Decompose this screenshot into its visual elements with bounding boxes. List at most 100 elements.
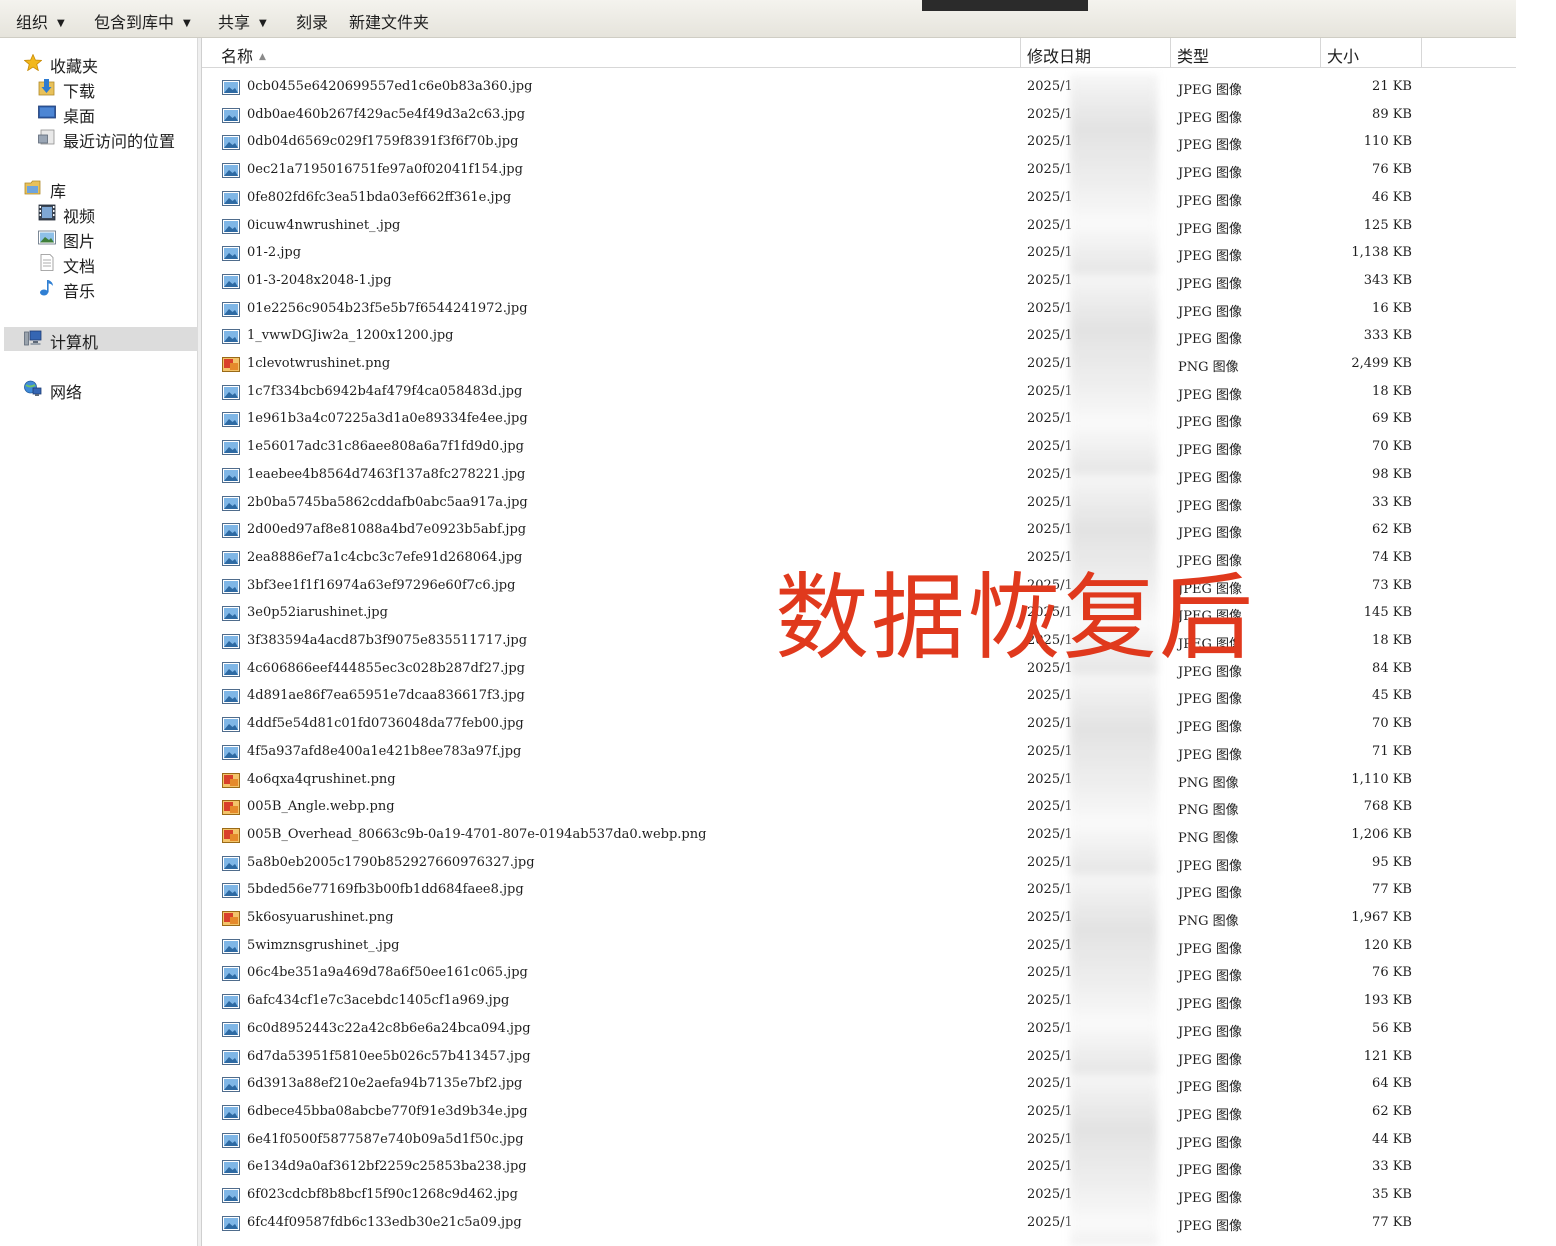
file-name: 4o6qxa4qrushinet.png [247, 771, 396, 787]
image-file-icon [222, 634, 240, 649]
file-row[interactable]: 1e56017adc31c86aee808a6a7f1fd9d0.jpg 2025… [202, 434, 1516, 462]
nav-documents[interactable]: 文档 [4, 251, 198, 276]
image-file-icon [222, 273, 240, 289]
file-modified-date: 2025/1 [1027, 937, 1073, 953]
file-size: 18 KB [1372, 633, 1412, 648]
file-row[interactable]: 0cb0455e6420699557ed1c6e0b83a360.jpg 2025… [202, 74, 1516, 102]
file-row[interactable]: 4d891ae86f7ea65951e7dcaa836617f3.jpg 2025… [202, 683, 1516, 711]
share-button[interactable]: 共享 ▼ [218, 9, 267, 33]
file-type: JPEG 图像 [1178, 221, 1242, 237]
file-row[interactable]: 1eaebee4b8564d7463f137a8fc278221.jpg 2025… [202, 462, 1516, 490]
file-row[interactable]: 6e134d9a0af3612bf2259c25853ba238.jpg 2025… [202, 1154, 1516, 1182]
burn-button[interactable]: 刻录 [296, 9, 328, 33]
new-folder-button[interactable]: 新建文件夹 [349, 9, 429, 33]
nav-network[interactable]: 网络 [4, 377, 198, 402]
file-size: 120 KB [1363, 937, 1412, 953]
file-row[interactable]: 005B_Angle.webp.png 2025/1 PNG 图像 768 KB [202, 794, 1516, 822]
nav-favorites[interactable]: 收藏夹 [4, 51, 198, 76]
file-row[interactable]: 6fc44f09587fdb6c133edb30e21c5a09.jpg 2025… [202, 1210, 1516, 1238]
file-row[interactable]: 2b0ba5745ba5862cddafb0abc5aa917a.jpg 2025… [202, 490, 1516, 518]
file-row[interactable]: 4ddf5e54d81c01fd0736048da77feb00.jpg 2025… [202, 711, 1516, 739]
organize-label: 组织 [16, 13, 49, 32]
nav-network-label: 网络 [50, 383, 83, 402]
nav-recent-places[interactable]: 最近访问的位置 [4, 126, 198, 151]
file-row[interactable]: 0ec21a7195016751fe97a0f02041f154.jpg 2025… [202, 157, 1516, 185]
nav-desktop[interactable]: 桌面 [4, 101, 198, 126]
file-name: 1e56017adc31c86aee808a6a7f1fd9d0.jpg [247, 439, 524, 455]
file-row[interactable]: 0db04d6569c029f1759f8391f3f6f70b.jpg 2025… [202, 129, 1516, 157]
file-row[interactable]: 2d00ed97af8e81088a4bd7e0923b5abf.jpg 2025… [202, 517, 1516, 545]
file-row[interactable]: 1c7f334bcb6942b4af479f4ca058483d.jpg 2025… [202, 379, 1516, 407]
file-row[interactable]: 6c0d8952443c22a42c8b6e6a24bca094.jpg 2025… [202, 1016, 1516, 1044]
file-row[interactable]: 6f023cdcbf8b8bcf15f90c1268c9d462.jpg 2025… [202, 1182, 1516, 1210]
file-size: 74 KB [1372, 549, 1412, 565]
file-row[interactable]: 5wimznsgrushinet_.jpg 2025/1 JPEG 图像 120 KB [202, 933, 1516, 961]
file-row[interactable]: 0icuw4nwrushinet_.jpg 2025/1 JPEG 图像 125 KB [202, 213, 1516, 241]
image-file-icon [222, 135, 240, 151]
file-row[interactable]: 4o6qxa4qrushinet.png 2025/1 PNG 图像 1,110 KB [202, 767, 1516, 795]
nav-computer[interactable]: 计算机 [4, 327, 198, 352]
file-row[interactable]: 0fe802fd6fc3ea51bda03ef662ff361e.jpg 2025… [202, 185, 1516, 213]
column-header-name[interactable]: 名称 ▲ [202, 38, 1021, 68]
nav-downloads[interactable]: 下载 [4, 76, 198, 101]
file-row[interactable]: 5k6osyuarushinet.png 2025/1 PNG 图像 1,967 KB [202, 905, 1516, 933]
file-size: 98 KB [1372, 466, 1412, 482]
include-in-library-button[interactable]: 包含到库中 ▼ [94, 9, 191, 33]
file-name: 01-3-2048x2048-1.jpg [247, 272, 392, 288]
file-row[interactable]: 01e2256c9054b23f5e5b7f6544241972.jpg 2025… [202, 296, 1516, 324]
file-modified-date: 2025/1 [1027, 743, 1073, 759]
file-type: JPEG 图像 [1178, 858, 1242, 874]
file-type: JPEG 图像 [1178, 526, 1242, 542]
file-size: 1,138 KB [1351, 245, 1412, 261]
file-name: 6dbece45bba08abcbe770f91e3d9b34e.jpg [247, 1103, 528, 1119]
file-row[interactable]: 6d3913a88ef210e2aefa94b7135e7bf2.jpg 2025… [202, 1071, 1516, 1099]
image-file-icon [222, 994, 240, 1010]
file-row[interactable]: 5bded56e77169fb3b00fb1dd684faee8.jpg 2025… [202, 877, 1516, 905]
file-row[interactable]: 01-2.jpg 2025/1 JPEG 图像 1,138 KB [202, 240, 1516, 268]
file-type: JPEG 图像 [1178, 276, 1242, 292]
organize-menu-button[interactable]: 组织 ▼ [16, 9, 65, 33]
column-header-size[interactable]: 大小 [1321, 38, 1422, 68]
image-file-icon [222, 1049, 240, 1065]
nav-favorites-label: 收藏夹 [50, 57, 99, 76]
file-row[interactable]: 1e961b3a4c07225a3d1a0e89334fe4ee.jpg 2025… [202, 406, 1516, 434]
file-row[interactable]: 1clevotwrushinet.png 2025/1 PNG 图像 2,499 KB [202, 351, 1516, 379]
column-header-type[interactable]: 类型 [1171, 38, 1321, 68]
file-type: JPEG 图像 [1178, 1135, 1242, 1151]
nav-videos[interactable]: 视频 [4, 201, 198, 226]
file-type: JPEG 图像 [1178, 498, 1242, 514]
file-size: 343 KB [1363, 272, 1412, 288]
nav-pictures[interactable]: 图片 [4, 226, 198, 251]
file-modified-date: 2025/1 [1027, 993, 1073, 1009]
file-row[interactable]: 5a8b0eb2005c1790b852927660976327.jpg 2025… [202, 850, 1516, 878]
file-size: 46 KB [1372, 189, 1412, 205]
file-row[interactable]: 4f5a937afd8e400a1e421b8ee783a97f.jpg 2025… [202, 739, 1516, 767]
file-name: 1eaebee4b8564d7463f137a8fc278221.jpg [247, 466, 526, 482]
column-header-modified[interactable]: 修改日期 [1021, 38, 1171, 68]
nav-music[interactable]: 音乐 [4, 276, 198, 301]
file-row[interactable]: 1_vwwDGJiw2a_1200x1200.jpg 2025/1 JPEG 图像 3… [202, 323, 1516, 351]
file-row[interactable]: 01-3-2048x2048-1.jpg 2025/1 JPEG 图像 343 KB [202, 268, 1516, 296]
file-modified-date: 2025/1 [1027, 771, 1073, 787]
file-name: 01-2.jpg [247, 245, 302, 261]
image-file-icon [222, 80, 240, 95]
file-row[interactable]: 005B_Overhead_80663c9b-0a19-4701-807e-01… [202, 822, 1516, 850]
file-row[interactable]: 6d7da53951f5810ee5b026c57b413457.jpg 2025… [202, 1044, 1516, 1072]
file-size: 95 KB [1372, 854, 1412, 870]
file-modified-date: 2025/1 [1027, 272, 1073, 288]
file-row[interactable]: 6e41f0500f5877587e740b09a5d1f50c.jpg 2025… [202, 1127, 1516, 1155]
file-modified-date: 2025/1 [1027, 799, 1073, 815]
image-file-icon [222, 689, 240, 705]
file-row[interactable]: 6dbece45bba08abcbe770f91e3d9b34e.jpg 2025… [202, 1099, 1516, 1127]
nav-libraries[interactable]: 库 [4, 176, 198, 201]
file-size: 35 KB [1372, 1187, 1412, 1202]
file-type: JPEG 图像 [1178, 1052, 1242, 1068]
file-row[interactable]: 6afc434cf1e7c3acebdc1405cf1a969.jpg 2025/… [202, 988, 1516, 1016]
downloads-folder-icon [38, 79, 55, 96]
file-type: JPEG 图像 [1178, 249, 1242, 265]
file-row[interactable]: 0db0ae460b267f429ac5e4f49d3a2c63.jpg 2025… [202, 102, 1516, 130]
file-name: 0fe802fd6fc3ea51bda03ef662ff361e.jpg [247, 189, 512, 205]
file-name: 4c606866eef444855ec3c028b287df27.jpg [247, 660, 525, 676]
file-row[interactable]: 06c4be351a9a469d78a6f50ee161c065.jpg 2025… [202, 960, 1516, 988]
file-modified-date: 2025/1 [1027, 1048, 1073, 1064]
